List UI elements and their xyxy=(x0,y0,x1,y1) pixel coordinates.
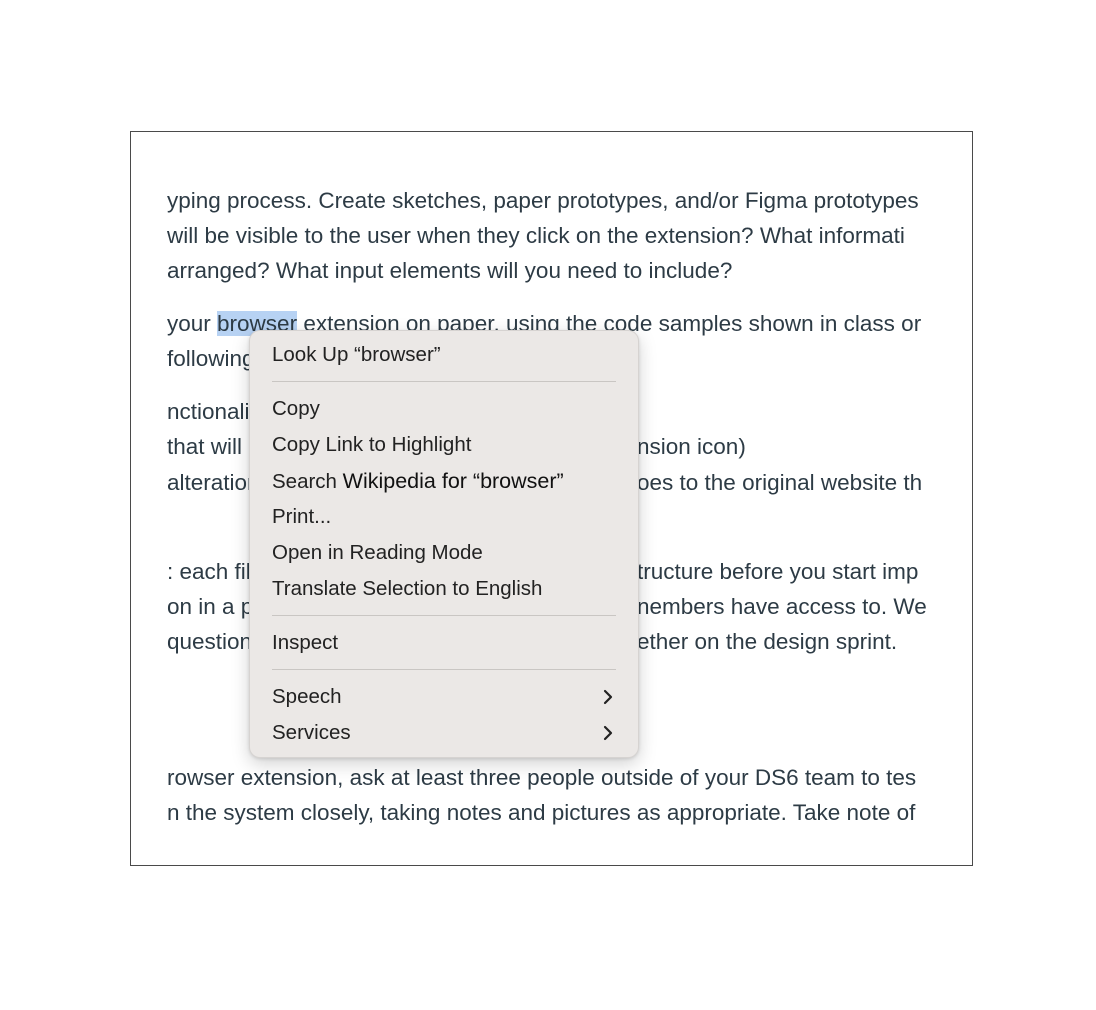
menu-item-services-label: Services xyxy=(272,721,351,744)
text-line: arranged? What input elements will you n… xyxy=(167,258,733,283)
menu-separator xyxy=(272,381,616,382)
text-fragment: ether on the design sprint. xyxy=(637,629,898,654)
menu-item-look-up[interactable]: Look Up “browser” xyxy=(272,339,616,371)
text-line: alteration xyxy=(167,470,260,495)
menu-item-services[interactable]: Services xyxy=(272,717,616,749)
chevron-right-icon xyxy=(603,689,613,705)
text-line: that will xyxy=(167,434,243,459)
menu-separator xyxy=(272,669,616,670)
text-fragment: nembers have access to. We xyxy=(637,594,927,619)
text-line: rowser extension, ask at least three peo… xyxy=(167,765,917,790)
text-line: n the system closely, taking notes and p… xyxy=(167,800,916,825)
menu-item-speech-label: Speech xyxy=(272,685,342,708)
text-line: following xyxy=(167,346,255,371)
menu-item-copy-link[interactable]: Copy Link to Highlight xyxy=(272,429,616,461)
text-before-selection: your xyxy=(167,311,218,336)
text-line: on in a p xyxy=(167,594,254,619)
menu-item-speech[interactable]: Speech xyxy=(272,681,616,713)
text-line: question xyxy=(167,629,253,654)
menu-item-translate[interactable]: Translate Selection to English xyxy=(272,573,616,605)
menu-item-print[interactable]: Print... xyxy=(272,501,616,533)
text-fragment: tructure before you start imp xyxy=(637,559,919,584)
menu-item-reading-mode[interactable]: Open in Reading Mode xyxy=(272,537,616,569)
context-menu: Look Up “browser” Copy Copy Link to High… xyxy=(249,330,639,758)
menu-item-copy[interactable]: Copy xyxy=(272,393,616,425)
text-line: yping process. Create sketches, paper pr… xyxy=(167,188,919,213)
menu-item-search[interactable]: Search Wikipedia for “browser” xyxy=(272,465,616,497)
text-line: will be visible to the user when they cl… xyxy=(167,223,905,248)
search-prefix: Search xyxy=(272,470,337,493)
text-fragment: nsion icon) xyxy=(637,434,746,459)
search-target: Wikipedia for “browser” xyxy=(342,469,564,493)
menu-separator xyxy=(272,615,616,616)
chevron-right-icon xyxy=(603,725,613,741)
text-fragment: oes to the original website th xyxy=(637,470,923,495)
menu-item-inspect[interactable]: Inspect xyxy=(272,627,616,659)
